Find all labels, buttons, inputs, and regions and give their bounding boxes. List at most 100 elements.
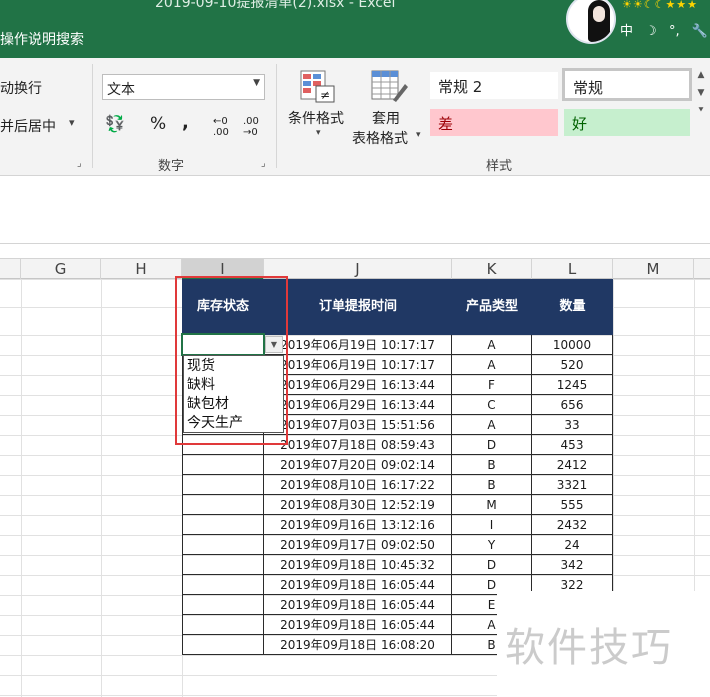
cell-stock-status[interactable] (182, 475, 264, 495)
header-quantity[interactable]: 数量 (532, 279, 613, 335)
decrease-decimal-button[interactable]: .00 →0 (243, 116, 269, 138)
cell-order-time[interactable]: 2019年06月29日 16:13:44 (264, 395, 452, 415)
cell-stock-status[interactable] (182, 555, 264, 575)
column-header-l[interactable]: L (532, 259, 613, 280)
moon-icon[interactable]: ☽ (645, 24, 657, 39)
cell-product-type[interactable]: Y (452, 535, 532, 555)
select-all-corner[interactable] (0, 259, 21, 280)
cell-order-time[interactable]: 2019年08月10日 16:17:22 (264, 475, 452, 495)
cell-stock-status[interactable] (182, 455, 264, 475)
cell-order-time[interactable]: 2019年09月18日 16:08:20 (264, 635, 452, 655)
column-header-k[interactable]: K (452, 259, 532, 280)
cell-quantity[interactable]: 33 (532, 415, 613, 435)
cell-order-time[interactable]: 2019年07月18日 08:59:43 (264, 435, 452, 455)
format-as-table-label-1[interactable]: 套用 (372, 108, 400, 128)
table-row: 2019年09月18日 10:45:32 D 342 (182, 555, 613, 575)
increase-decimal-button[interactable]: ←0 .00 (213, 116, 239, 138)
format-as-table-label-2[interactable]: 表格格式 (352, 128, 408, 148)
cell-product-type[interactable]: C (452, 395, 532, 415)
cell-order-time[interactable]: 2019年09月18日 16:05:44 (264, 615, 452, 635)
style-bad[interactable]: 差 (430, 109, 558, 136)
column-header-j[interactable]: J (264, 259, 452, 280)
chevron-down-icon: ▾ (416, 130, 421, 140)
cell-stock-status[interactable] (182, 495, 264, 515)
style-gallery-scroll[interactable]: ▲ ▼ ⯆ (694, 66, 708, 152)
style-normal-2[interactable]: 常规 2 (430, 72, 558, 99)
table-row: 2019年09月16日 13:12:16 I 2432 (182, 515, 613, 535)
cell-product-type[interactable]: F (452, 375, 532, 395)
cell-quantity[interactable]: 520 (532, 355, 613, 375)
avatar-face (593, 6, 605, 22)
cell-product-type[interactable]: B (452, 455, 532, 475)
cell-order-time[interactable]: 2019年09月16日 13:12:16 (264, 515, 452, 535)
cell-product-type[interactable]: M (452, 495, 532, 515)
cell-order-time[interactable]: 2019年06月19日 10:17:17 (264, 355, 452, 375)
table-row: 2019年08月10日 16:17:22 B 3321 (182, 475, 613, 495)
cell-product-type[interactable]: D (452, 555, 532, 575)
cell-quantity[interactable]: 1245 (532, 375, 613, 395)
header-product-type[interactable]: 产品类型 (452, 279, 532, 335)
cell-order-time[interactable]: 2019年07月03日 15:51:56 (264, 415, 452, 435)
column-header-g[interactable]: G (21, 259, 101, 280)
cell-order-time[interactable]: 2019年09月18日 16:05:44 (264, 595, 452, 615)
ime-chinese-toggle[interactable]: 中 (620, 24, 633, 39)
cell-order-time[interactable]: 2019年09月17日 09:02:50 (264, 535, 452, 555)
ime-skin-decoration: ☀☀☾☾★★★ (622, 0, 699, 11)
cell-order-time[interactable]: 2019年08月30日 12:52:19 (264, 495, 452, 515)
cell-quantity[interactable]: 2412 (532, 455, 613, 475)
cell-order-time[interactable]: 2019年07月20日 09:02:14 (264, 455, 452, 475)
cell-stock-status[interactable] (182, 515, 264, 535)
conditional-format-icon: ≠ (300, 70, 336, 104)
alignment-launcher-icon[interactable]: ⌟ (77, 158, 82, 169)
cell-stock-status[interactable] (182, 615, 264, 635)
cell-product-type[interactable]: A (452, 335, 532, 355)
style-good[interactable]: 好 (564, 109, 690, 136)
sheet-top-gap (0, 244, 710, 258)
cell-quantity[interactable]: 342 (532, 555, 613, 575)
cell-product-type[interactable]: D (452, 435, 532, 455)
column-header-h[interactable]: H (101, 259, 182, 280)
merge-center-button[interactable]: 并后居中 (0, 116, 56, 136)
number-launcher-icon[interactable]: ⌟ (261, 158, 266, 169)
styles-group-label: 样式 (486, 159, 513, 174)
number-format-select[interactable]: 文本 ▼ (102, 74, 265, 100)
cell-quantity[interactable]: 656 (532, 395, 613, 415)
cell-quantity[interactable]: 3321 (532, 475, 613, 495)
percent-button[interactable]: % (150, 114, 166, 134)
cell-stock-status[interactable] (182, 535, 264, 555)
ribbon: 动换行 并后居中 ▾ ⌟ 文本 ▼ 💱 % , ←0 .00 .00 →0 数字… (0, 58, 710, 176)
cell-order-time[interactable]: 2019年06月29日 16:13:44 (264, 375, 452, 395)
cell-product-type[interactable]: A (452, 355, 532, 375)
tell-me-search[interactable]: 操作说明搜索 (0, 29, 84, 49)
table-row: 2019年09月17日 09:02:50 Y 24 (182, 535, 613, 555)
wrap-text-button[interactable]: 动换行 (0, 78, 42, 98)
group-divider (276, 64, 277, 168)
conditional-format-button[interactable]: 条件格式 (288, 108, 344, 128)
cell-product-type[interactable]: B (452, 475, 532, 495)
cell-quantity[interactable]: 24 (532, 535, 613, 555)
style-normal[interactable]: 常规 (562, 68, 692, 101)
cell-quantity[interactable]: 555 (532, 495, 613, 515)
cell-product-type[interactable]: A (452, 415, 532, 435)
cell-quantity[interactable]: 10000 (532, 335, 613, 355)
cell-quantity[interactable]: 2432 (532, 515, 613, 535)
cell-stock-status[interactable] (182, 635, 264, 655)
cell-order-time[interactable]: 2019年06月19日 10:17:17 (264, 335, 452, 355)
avatar[interactable] (566, 0, 616, 44)
cell-order-time[interactable]: 2019年09月18日 10:45:32 (264, 555, 452, 575)
chevron-down-icon: ▼ (253, 78, 260, 88)
cell-order-time[interactable]: 2019年09月18日 16:05:44 (264, 575, 452, 595)
currency-icon[interactable]: 💱 (105, 114, 125, 133)
cell-stock-status[interactable] (182, 575, 264, 595)
header-order-time[interactable]: 订单提报时间 (264, 279, 452, 335)
group-divider (92, 64, 93, 168)
number-group-label: 数字 (158, 159, 185, 174)
cell-product-type[interactable]: I (452, 515, 532, 535)
wrench-icon[interactable]: 🔧 (692, 24, 708, 39)
punctuation-icon[interactable]: °, (669, 24, 680, 39)
column-header-m[interactable]: M (613, 259, 694, 280)
merge-dropdown-arrow[interactable]: ▾ (69, 116, 75, 129)
cell-stock-status[interactable] (182, 595, 264, 615)
comma-button[interactable]: , (182, 112, 189, 133)
cell-quantity[interactable]: 453 (532, 435, 613, 455)
